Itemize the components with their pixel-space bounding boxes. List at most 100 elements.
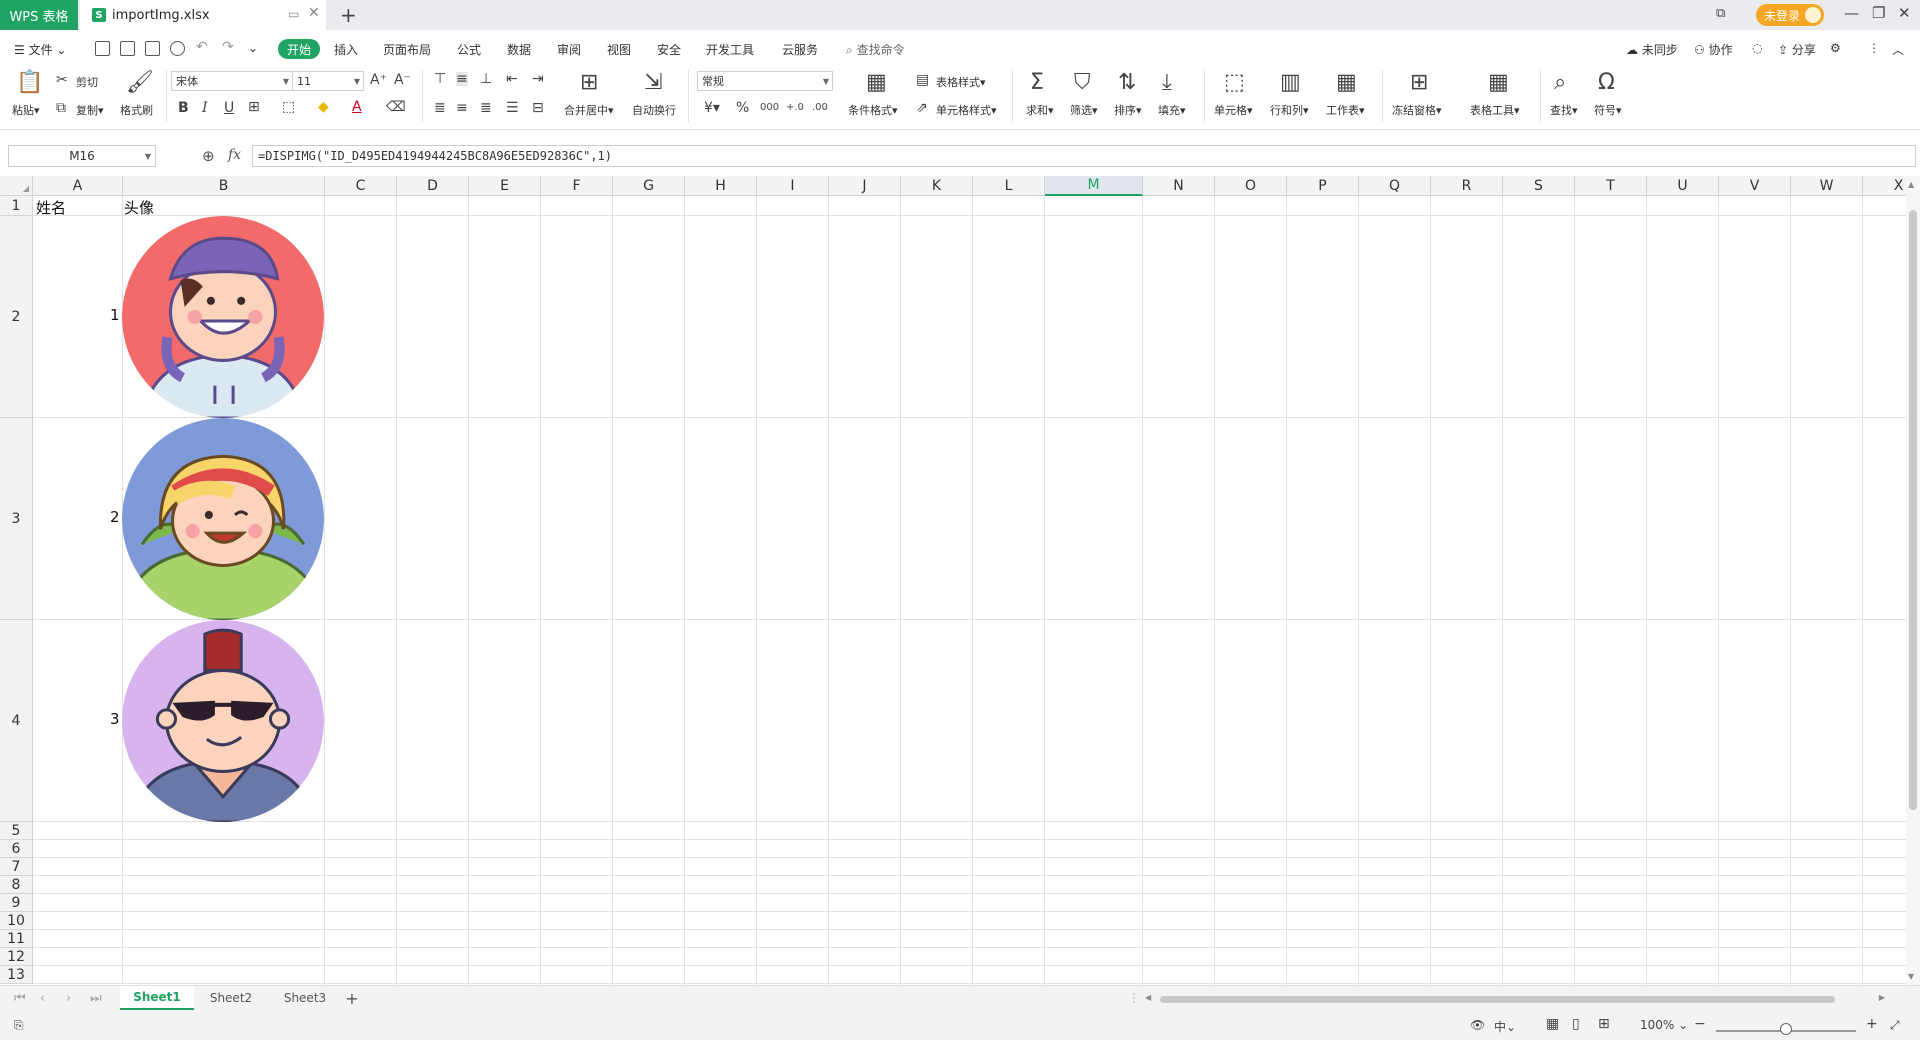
file-menu[interactable]: ☰ 文件 ⌄ [14,41,66,58]
cut-icon[interactable]: ✂ [56,73,68,87]
zoom-in-icon[interactable]: + [1866,1016,1878,1032]
indent-decrease-icon[interactable]: ⇤ [506,72,518,86]
avatar-boy-beanie-icon[interactable] [122,216,324,418]
first-sheet-icon[interactable]: ⏮ [14,991,26,1006]
normal-view-icon[interactable]: ▦ [1546,1016,1559,1032]
wrap-text-icon[interactable]: ⇲ [644,72,662,94]
justify-icon[interactable]: ☰ [506,101,519,115]
next-sheet-icon[interactable]: › [66,991,71,1006]
column-header-h[interactable]: H [685,176,757,196]
quick-access-dropdown-icon[interactable]: ⌄ [248,41,258,55]
cut-button[interactable]: 剪切 [76,74,98,90]
column-header-i[interactable]: I [757,176,829,196]
row-header-13[interactable]: 13 [0,966,33,984]
freeze-panes-icon[interactable]: ⊞ [1410,72,1428,94]
avatar-girl-headband-icon[interactable] [122,418,324,620]
copy-icon[interactable]: ⧉ [56,101,66,115]
settings-icon[interactable]: ⚙ [1830,41,1841,55]
print-icon[interactable] [145,41,160,56]
increase-decimal-button[interactable]: +.0 [786,101,804,115]
eye-protection-icon[interactable]: 👁 [1470,1018,1485,1032]
add-sheet-button[interactable]: + [342,986,362,1010]
align-middle-icon[interactable]: ≡ [456,72,468,86]
column-header-s[interactable]: S [1503,176,1575,196]
zoom-search-icon[interactable]: ⊕ [202,147,215,165]
table-tools-button[interactable]: 表格工具▾ [1470,102,1520,118]
cell-a4[interactable]: 3 [110,710,120,728]
font-color-icon[interactable]: A [352,100,362,114]
indent-increase-icon[interactable]: ⇥ [532,72,544,86]
tab-security[interactable]: 安全 [657,41,681,58]
align-right-icon[interactable]: ≣ [480,101,492,115]
horizontal-scrollbar[interactable]: ◀ ▶ [1145,993,1885,1004]
row-header-7[interactable]: 7 [0,858,33,876]
row-header-3[interactable]: 3 [0,418,33,620]
new-tab-button[interactable]: + [340,3,357,27]
cell-button[interactable]: 单元格▾ [1214,102,1253,118]
function-icon[interactable]: fx [228,147,241,163]
thousands-button[interactable]: 000 [760,101,779,115]
pin-tab-icon[interactable]: ▭ [288,7,299,21]
row-col-button[interactable]: 行和列▾ [1270,102,1309,118]
scroll-left-icon[interactable]: ◀ [1145,993,1151,1002]
zoom-slider-knob[interactable] [1780,1023,1792,1035]
close-window-icon[interactable]: ✕ [1898,4,1911,22]
tab-page-layout[interactable]: 页面布局 [383,41,431,58]
restore-icon[interactable]: ❐ [1872,4,1885,22]
paste-icon[interactable]: 📋 [16,72,43,94]
cell-a2[interactable]: 1 [110,306,120,324]
column-header-e[interactable]: E [469,176,541,196]
table-style-button[interactable]: 表格样式▾ [936,74,986,90]
fullscreen-icon[interactable]: ⤢ [1890,1018,1900,1033]
column-header-u[interactable]: U [1647,176,1719,196]
filter-icon[interactable]: ⛉ [1074,72,1091,94]
sort-icon[interactable]: ⇅ [1118,72,1136,94]
zoom-level[interactable]: 100% ⌄ [1640,1018,1688,1032]
column-header-p[interactable]: P [1287,176,1359,196]
decrease-decimal-button[interactable]: .00 [812,101,828,115]
format-painter-button[interactable]: 格式刷 [120,102,153,118]
table-style-icon[interactable]: ▤ [916,73,929,87]
vertical-scrollbar[interactable]: ▲ ▼ [1906,176,1920,985]
merge-center-button[interactable]: 合并居中▾ [564,102,614,118]
cell-style-button[interactable]: 单元格样式▾ [936,102,997,118]
column-header-g[interactable]: G [613,176,685,196]
layout-icon[interactable]: ⧉ [1716,6,1725,21]
last-sheet-icon[interactable]: ⏭ [90,991,102,1006]
column-header-q[interactable]: Q [1359,176,1431,196]
font-name-select[interactable]: 宋体 ▼ [171,71,293,91]
tab-view[interactable]: 视图 [607,41,631,58]
sheet-tab-sheet3[interactable]: Sheet3 [268,986,342,1010]
number-format-select[interactable]: 常规 ▼ [697,71,833,91]
distributed-icon[interactable]: ⊟ [532,101,544,115]
column-header-d[interactable]: D [397,176,469,196]
row-header-11[interactable]: 11 [0,930,33,948]
column-header-o[interactable]: O [1215,176,1287,196]
comment-icon[interactable]: ◌ [1752,41,1762,55]
conditional-format-button[interactable]: 条件格式▾ [848,102,898,118]
tab-review[interactable]: 审阅 [557,41,581,58]
column-header-t[interactable]: T [1575,176,1647,196]
fill-icon[interactable]: ⤓ [1162,72,1172,94]
wps-app-tab[interactable]: WPS 表格 [0,0,78,30]
paste-button[interactable]: 粘贴▾ [12,102,40,118]
percent-button[interactable]: % [736,101,749,115]
symbol-button[interactable]: 符号▾ [1594,102,1622,118]
redo-icon[interactable]: ↷ [222,39,234,55]
italic-icon[interactable]: I [202,101,208,115]
prev-sheet-icon[interactable]: ‹ [40,991,45,1006]
login-button[interactable]: 未登录 [1756,4,1824,26]
column-header-r[interactable]: R [1431,176,1503,196]
sum-icon[interactable]: Σ [1030,72,1044,94]
print-preview-icon[interactable] [170,41,185,56]
worksheet-icon[interactable]: ▦ [1336,72,1357,94]
row-header-6[interactable]: 6 [0,840,33,858]
column-header-w[interactable]: W [1791,176,1863,196]
cell-icon[interactable]: ⬚ [1224,72,1245,94]
column-header-n[interactable]: N [1143,176,1215,196]
sync-status[interactable]: ☁ 未同步 [1626,41,1678,58]
filter-button[interactable]: 筛选▾ [1070,102,1098,118]
increase-font-icon[interactable]: A⁺ [370,73,387,87]
row-col-icon[interactable]: ▥ [1280,72,1301,94]
sheet-tab-sheet2[interactable]: Sheet2 [194,986,268,1010]
